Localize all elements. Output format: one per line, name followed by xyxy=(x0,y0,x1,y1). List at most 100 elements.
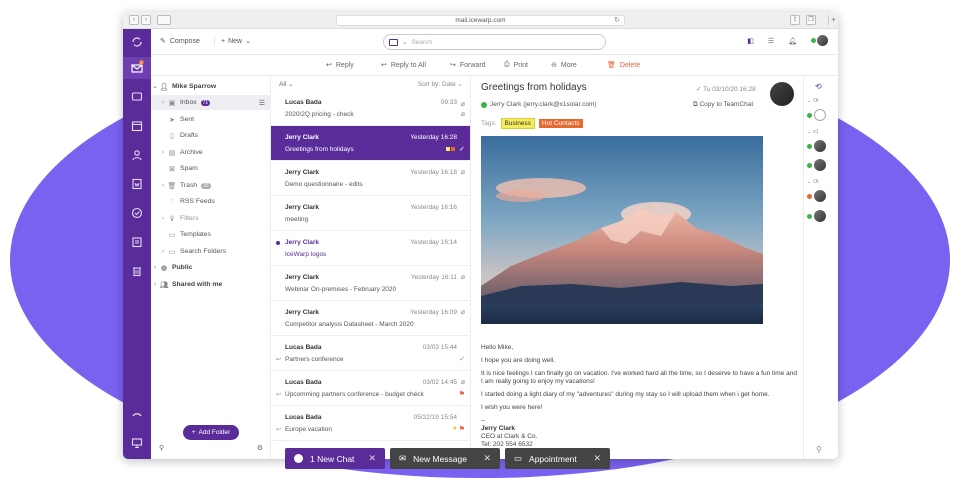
chat-icon[interactable] xyxy=(123,86,151,108)
list-item[interactable]: Jerry Clark Yesterday 16:16 meeting xyxy=(271,196,470,231)
mail-app: 2 ✎ Compose + New ⌄ ⌄ Search ◧ ☰ 🔔︎ ↩ Re… xyxy=(123,29,838,459)
sort-dropdown[interactable]: Sort by: Date ⌄ xyxy=(418,80,463,88)
copy-to-teamchat-button[interactable]: ⧉ Copy to TeamChat xyxy=(693,101,753,109)
menu-icon[interactable]: ☰ xyxy=(259,99,265,107)
search-icon[interactable]: ⚲ xyxy=(159,444,164,459)
delete-button[interactable]: 🗑︎ Delete xyxy=(607,61,640,70)
group-header[interactable]: ⌄ x1 xyxy=(807,129,818,135)
history-icon[interactable]: ⟲ xyxy=(815,82,822,91)
teamchat-copy-icon: ⧉ xyxy=(693,101,698,108)
filter-dropdown[interactable]: All ⌄ xyxy=(279,80,294,88)
check-icon: ✓ xyxy=(696,86,702,93)
folder-trash[interactable]: › 🗑︎ Trash 33 xyxy=(151,178,271,193)
print-label: Print xyxy=(513,61,529,69)
contact-entry[interactable] xyxy=(807,109,826,121)
settings-folder-icon[interactable]: ⚙ xyxy=(257,444,263,459)
list-item[interactable]: Lucas Bada 05/22/19 15:54 ↩ Europe vacation… xyxy=(271,406,470,441)
list-item[interactable]: Jerry Clark Yesterday 16:11 Webinar On-pre… xyxy=(271,266,470,301)
new-button[interactable]: + New ⌄ xyxy=(214,37,251,45)
new-message-tab[interactable]: ✉ New Message ✕ xyxy=(390,448,500,469)
list-item[interactable]: Lucas Bada 09:33 2020/2Q pricing - check ⌀ ⌀ xyxy=(271,91,470,126)
folder-filters[interactable]: › ⊽ Filters xyxy=(151,211,271,226)
documents-icon[interactable] xyxy=(123,173,151,195)
contact-entry[interactable] xyxy=(807,140,826,152)
phone-icon[interactable] xyxy=(123,404,151,426)
new-chat-tab[interactable]: 1 New Chat ✕ xyxy=(285,448,385,469)
list-item[interactable]: Jerry Clark Yesterday 16:09 Competitor ana… xyxy=(271,301,470,336)
tasks-icon[interactable] xyxy=(123,202,151,224)
teamchat-icon[interactable]: ◧ xyxy=(747,37,754,45)
shared-node[interactable]: › 👥︎ Shared with me xyxy=(151,277,271,292)
sender-avatar[interactable] xyxy=(770,82,794,106)
user-avatar[interactable] xyxy=(811,35,828,46)
mail-icon[interactable]: 2 xyxy=(123,57,151,79)
group-header[interactable]: ⌄ Ot xyxy=(807,179,818,185)
sidebar-toggle-icon[interactable] xyxy=(157,15,171,25)
list-item[interactable]: Jerry Clark Yesterday 16:28 Greetings from… xyxy=(271,126,470,161)
tag-hot-contacts[interactable]: Hot Contacts xyxy=(538,119,583,128)
contacts-icon[interactable] xyxy=(123,144,151,166)
search-icon[interactable]: ⚲ xyxy=(816,445,822,454)
planner-icon[interactable] xyxy=(123,231,151,253)
replied-icon: ↩ xyxy=(276,357,282,363)
contact-entry[interactable] xyxy=(807,159,826,171)
desktop-icon[interactable] xyxy=(123,432,151,454)
close-icon[interactable]: ✕ xyxy=(368,453,376,464)
item-from: Lucas Bada xyxy=(285,414,322,421)
list-item[interactable]: Lucas Bada 03/02 14:45 ↩ Upcomming partners… xyxy=(271,371,470,406)
body-paragraph: I wish you were here! xyxy=(481,404,543,411)
compose-button[interactable]: ✎ Compose xyxy=(160,37,200,46)
folder-rss[interactable]: ◌ RSS Feeds xyxy=(151,194,271,209)
appointment-tab[interactable]: ▭ Appointment ✕ xyxy=(505,448,610,469)
share-icon[interactable]: ⇪ xyxy=(790,15,800,25)
back-button[interactable]: ‹ xyxy=(129,15,139,25)
folder-search[interactable]: › ▭ Search Folders xyxy=(151,244,271,259)
list-item[interactable]: Jerry Clark Yesterday 16:14 IceWarp logos xyxy=(271,231,470,266)
bell-icon[interactable]: 🔔︎ xyxy=(788,37,797,45)
folder-spam[interactable]: ⊠ Spam xyxy=(151,161,271,176)
tag-business[interactable]: Business xyxy=(500,118,535,129)
add-folder-button[interactable]: + Add Folder xyxy=(183,425,239,440)
list-item[interactable]: Jerry Clark Yesterday 16:18 Demo questionn… xyxy=(271,161,470,196)
forward-mail-button[interactable]: ↪ Forward xyxy=(450,61,486,70)
folder-sent[interactable]: ➤ Sent xyxy=(151,112,271,127)
tabs-icon[interactable]: ❐ xyxy=(806,15,816,25)
contact-entry[interactable] xyxy=(807,190,826,202)
close-icon[interactable]: ✕ xyxy=(483,453,491,464)
sender-text: Jerry Clark (jerry.clark@x1solar.com) xyxy=(490,101,597,108)
reply-all-button[interactable]: ↩ Reply to All xyxy=(381,61,426,70)
reply-button[interactable]: ↩ Reply xyxy=(326,61,354,70)
close-icon[interactable]: ✕ xyxy=(593,453,601,464)
trash-rail-icon[interactable] xyxy=(123,260,151,282)
more-button[interactable]: ⊖ More xyxy=(551,61,577,70)
reply-all-icon: ↩ xyxy=(381,62,387,69)
public-node[interactable]: › ◍ Public xyxy=(151,260,271,275)
folder-archive[interactable]: › ▤ Archive xyxy=(151,145,271,160)
body-paragraph: Hello Mike, xyxy=(481,344,514,351)
group-header[interactable]: ⌄ Ot xyxy=(807,98,818,104)
list-options-icon[interactable]: ☰ xyxy=(768,37,774,45)
folder-drafts[interactable]: ▯ Drafts xyxy=(151,128,271,143)
more-icon: ⊖ xyxy=(551,62,557,69)
chevron-down-icon: ⌄ xyxy=(807,179,812,185)
reload-icon[interactable]: ↻ xyxy=(614,16,620,26)
search-input[interactable]: ⌄ Search xyxy=(383,34,606,50)
sync-icon[interactable] xyxy=(123,31,151,53)
forward-button[interactable]: › xyxy=(141,15,151,25)
calendar-icon[interactable] xyxy=(123,115,151,137)
chat-status-icon xyxy=(294,454,303,463)
chevron-right-icon: › xyxy=(162,248,164,255)
print-button[interactable]: ⎙ Print xyxy=(504,61,528,69)
contact-entry[interactable] xyxy=(807,210,826,222)
address-bar[interactable]: mail.icewarp.com ↻ xyxy=(336,15,625,26)
folder-inbox[interactable]: › ▣ Inbox 71 ☰ xyxy=(151,95,271,110)
item-subject: Competitor analysis Datasheet - March 20… xyxy=(285,321,414,328)
account-node[interactable]: ⌄ 👤︎ Mike Sparrow xyxy=(151,79,271,94)
message-sender[interactable]: Jerry Clark (jerry.clark@x1solar.com) xyxy=(481,101,597,108)
folder-label: Sent xyxy=(180,116,194,123)
new-tab-icon[interactable]: + xyxy=(828,15,838,25)
folder-templates[interactable]: ▭ Templates xyxy=(151,227,271,242)
item-subject: Partners conference xyxy=(285,356,344,363)
item-date: Yesterday 16:18 xyxy=(410,169,457,176)
list-item[interactable]: Lucas Bada 03/03 15:44 ↩ Partners conferenc… xyxy=(271,336,470,371)
